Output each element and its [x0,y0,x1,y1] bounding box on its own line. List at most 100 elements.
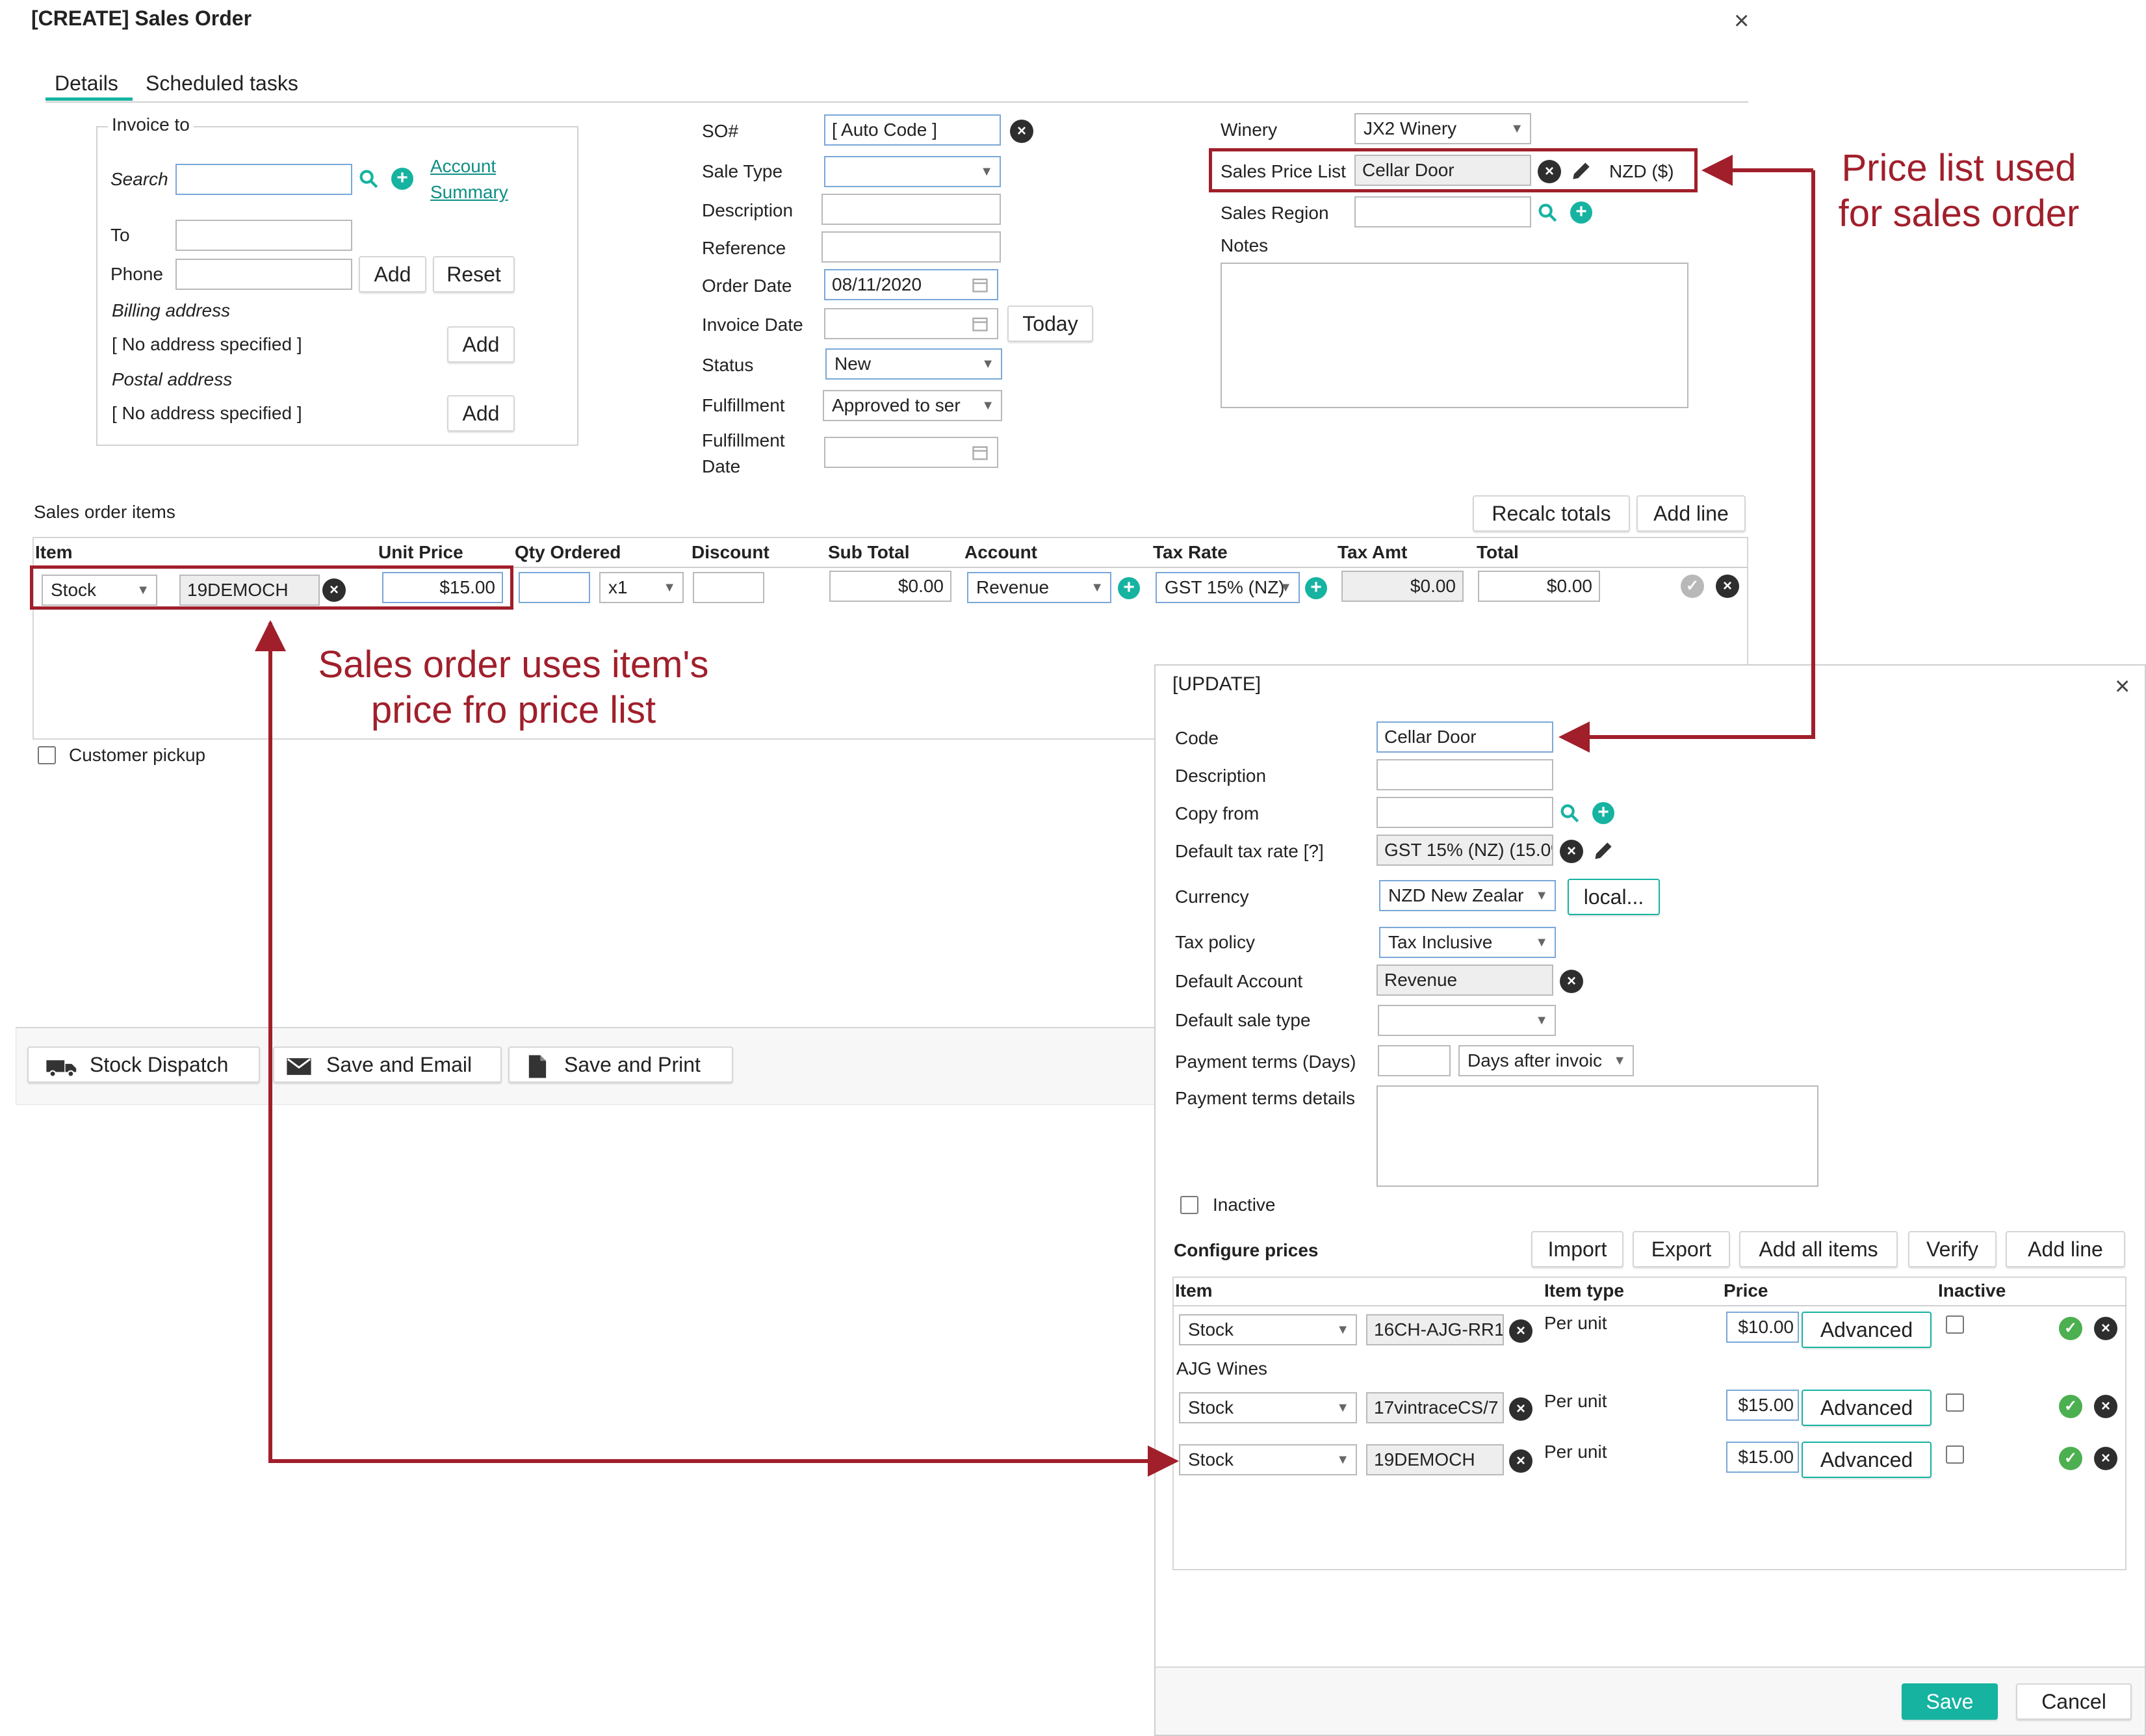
search-icon[interactable] [1558,802,1581,824]
payment-terms-days-input[interactable] [1378,1045,1451,1076]
customer-pickup-checkbox[interactable] [38,746,56,764]
inactive-checkbox[interactable] [1180,1196,1198,1214]
advanced-button[interactable]: Advanced [1802,1442,1932,1478]
save-and-email-button[interactable]: Save and Email [273,1046,502,1083]
price-inactive-checkbox[interactable] [1946,1393,1964,1412]
add-postal-address-button[interactable]: Add [447,395,515,432]
sale-type-select[interactable]: ▼ [824,156,1001,187]
remove-price-icon[interactable]: × [2094,1447,2117,1470]
tax-rate-select[interactable]: GST 15% (NZ) ▼ [1156,572,1300,603]
payment-details-textarea[interactable] [1377,1085,1818,1187]
clear-item-icon[interactable]: × [1509,1449,1532,1473]
price-item-type-select[interactable]: Stock ▼ [1179,1444,1357,1475]
search-icon[interactable] [357,168,380,190]
clear-item-icon[interactable]: × [1509,1397,1532,1421]
currency-select[interactable]: NZD New Zealar ▼ [1379,880,1556,911]
reference-input[interactable] [821,231,1001,263]
add-tax-rate-icon[interactable]: + [1305,577,1327,599]
fulfillment-select[interactable]: Approved to ser ▼ [823,390,1002,421]
remove-price-icon[interactable]: × [2094,1317,2117,1340]
total-input[interactable]: $0.00 [1478,571,1600,602]
calendar-icon[interactable] [971,276,989,294]
so-number-input[interactable]: [ Auto Code ] [824,114,1001,146]
description-input[interactable] [821,194,1001,225]
copy-from-input[interactable] [1377,797,1553,828]
advanced-button[interactable]: Advanced [1802,1390,1932,1426]
search-icon[interactable] [1536,201,1558,224]
price-item-code-input[interactable]: 16CH-AJG-RR1 [1366,1314,1504,1345]
export-button[interactable]: Export [1633,1231,1730,1267]
clear-item-icon[interactable]: × [1509,1319,1532,1343]
price-item-code-input[interactable]: 17vintraceCS/7 [1366,1392,1504,1423]
discount-input[interactable] [693,572,764,603]
add-region-icon[interactable]: + [1570,201,1592,224]
advanced-button[interactable]: Advanced [1802,1312,1932,1348]
remove-line-icon[interactable]: × [1716,575,1739,598]
phone-input[interactable] [175,259,352,290]
add-line-button[interactable]: Add line [1636,495,1746,532]
account-summary-link[interactable]: Account [430,156,496,177]
reset-button[interactable]: Reset [433,256,515,292]
sub-total-input[interactable]: $0.00 [829,571,951,602]
close-icon[interactable]: × [2115,672,2130,701]
price-input[interactable]: $15.00 [1726,1442,1799,1473]
verify-button[interactable]: Verify [1908,1231,1997,1267]
remove-price-icon[interactable]: × [2094,1395,2117,1418]
add-line-button[interactable]: Add line [2006,1231,2125,1267]
price-input[interactable]: $10.00 [1726,1312,1799,1343]
add-phone-button[interactable]: Add [359,256,426,292]
edit-pencil-icon[interactable] [1591,838,1616,863]
confirm-price-icon[interactable]: ✓ [2059,1317,2082,1340]
account-summary-link-2[interactable]: Summary [430,182,508,203]
local-currency-button[interactable]: local... [1568,879,1660,915]
clear-so-icon[interactable]: × [1010,120,1033,143]
add-copy-from-icon[interactable]: + [1592,802,1614,824]
clear-tax-rate-icon[interactable]: × [1560,840,1583,863]
add-customer-icon[interactable]: + [391,168,413,190]
tab-details[interactable]: Details [55,71,118,96]
today-button[interactable]: Today [1007,305,1093,342]
notes-textarea[interactable] [1221,263,1688,408]
account-select[interactable]: Revenue ▼ [967,572,1111,603]
default-tax-rate-input[interactable]: GST 15% (NZ) (15.0% [1377,835,1553,866]
to-input[interactable] [175,220,352,251]
price-item-code-input[interactable]: 19DEMOCH [1366,1444,1504,1475]
save-button[interactable]: Save [1902,1683,1998,1720]
clear-account-icon[interactable]: × [1560,970,1583,993]
close-icon[interactable]: × [1734,6,1749,36]
stock-dispatch-button[interactable]: Stock Dispatch [27,1046,260,1083]
confirm-price-icon[interactable]: ✓ [2059,1395,2082,1418]
default-account-input[interactable]: Revenue [1377,965,1553,996]
calendar-icon[interactable] [971,443,989,461]
code-input[interactable]: Cellar Door [1377,721,1553,753]
col-qty-ordered: Qty Ordered [515,542,621,562]
recalc-totals-button[interactable]: Recalc totals [1473,495,1630,532]
search-label: Search [110,169,168,189]
status-select[interactable]: New ▼ [825,348,1002,380]
price-inactive-checkbox[interactable] [1946,1315,1964,1334]
confirm-line-icon[interactable]: ✓ [1681,575,1704,598]
calendar-icon[interactable] [971,315,989,333]
sales-region-label: Sales Region [1221,203,1329,223]
add-billing-address-button[interactable]: Add [447,326,515,363]
description-input[interactable] [1377,759,1553,790]
price-input[interactable]: $15.00 [1726,1390,1799,1421]
default-sale-type-select[interactable]: ▼ [1378,1005,1556,1036]
winery-select[interactable]: JX2 Winery ▼ [1354,113,1531,144]
customer-search-input[interactable] [175,164,352,195]
price-item-type-select[interactable]: Stock ▼ [1179,1314,1357,1345]
unit-select[interactable]: x1 ▼ [599,572,684,603]
tax-policy-select[interactable]: Tax Inclusive ▼ [1379,927,1556,958]
add-all-items-button[interactable]: Add all items [1739,1231,1898,1267]
qty-ordered-input[interactable] [519,572,590,603]
cancel-button[interactable]: Cancel [2016,1683,2132,1720]
tab-scheduled-tasks[interactable]: Scheduled tasks [146,71,298,96]
price-inactive-checkbox[interactable] [1946,1445,1964,1464]
save-and-print-button[interactable]: Save and Print [508,1046,733,1083]
add-account-icon[interactable]: + [1118,577,1140,599]
import-button[interactable]: Import [1531,1231,1623,1267]
confirm-price-icon[interactable]: ✓ [2059,1447,2082,1470]
payment-terms-select[interactable]: Days after invoic ▼ [1458,1045,1634,1076]
sales-region-input[interactable] [1354,196,1531,227]
price-item-type-select[interactable]: Stock ▼ [1179,1392,1357,1423]
